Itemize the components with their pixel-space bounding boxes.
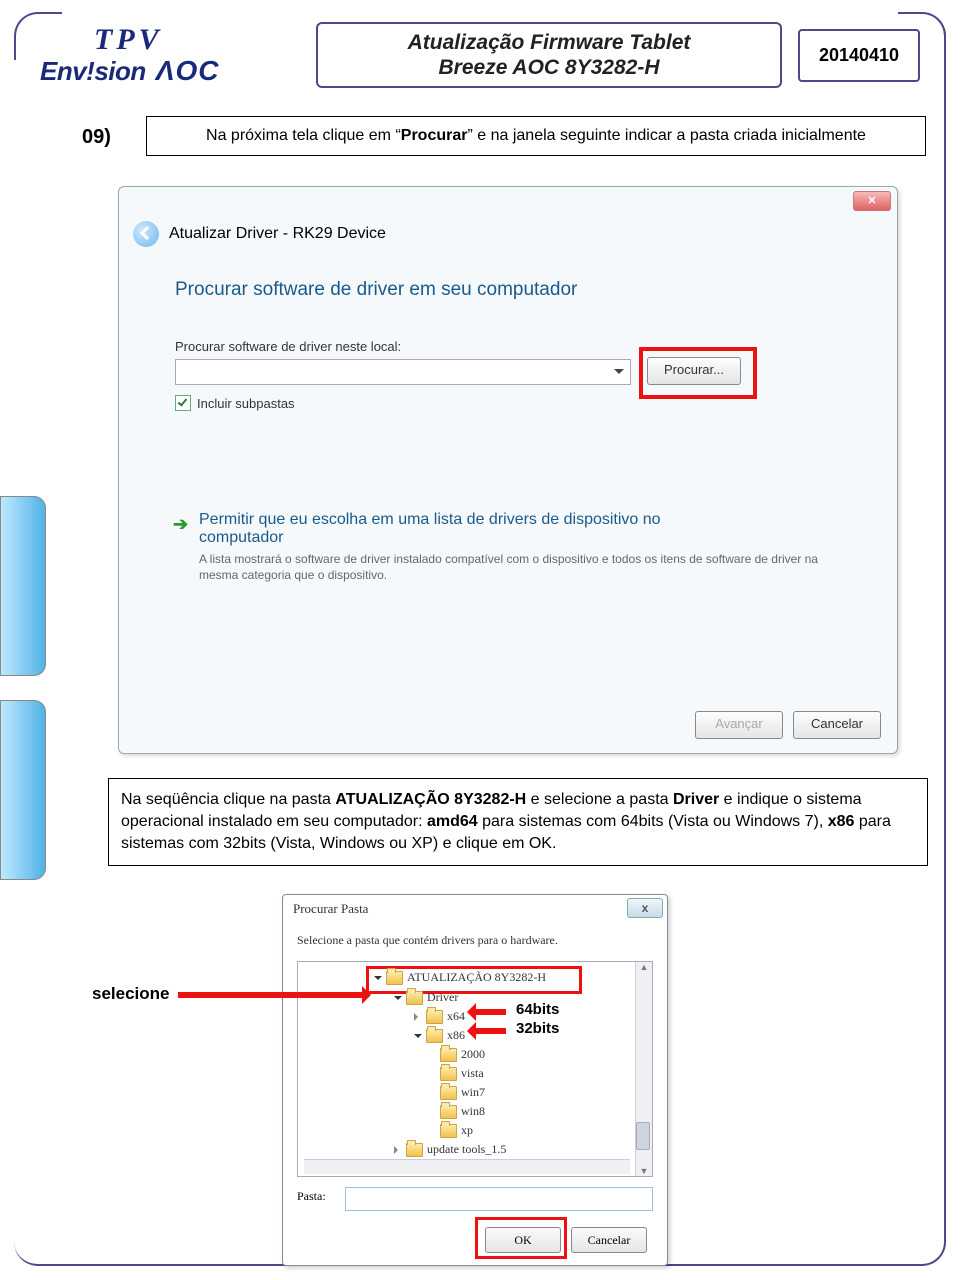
- tree-node[interactable]: 2000: [440, 1047, 485, 1062]
- tree-node[interactable]: vista: [440, 1066, 484, 1081]
- expand-icon: [374, 976, 382, 984]
- folder-icon: [386, 971, 403, 985]
- logo-envision: Env!sion: [40, 58, 146, 84]
- logo-tpv: TPV: [94, 25, 300, 55]
- close-button[interactable]: ✕: [853, 191, 891, 211]
- dialog-footer: Pasta: OK Cancelar: [297, 1187, 653, 1253]
- expand-icon: [414, 1013, 422, 1021]
- folder-icon: [426, 1010, 443, 1024]
- arrow-icon: [470, 1009, 506, 1015]
- logo-aoc: ΛOC: [156, 57, 220, 85]
- tree-node-driver[interactable]: Driver: [394, 990, 458, 1005]
- path-label: Procurar software de driver neste local:: [175, 339, 401, 354]
- cancel-button[interactable]: Cancelar: [793, 711, 881, 739]
- expand-icon: [414, 1034, 422, 1042]
- annotation-32bits: 32bits: [516, 1020, 559, 1037]
- folder-icon: [440, 1067, 457, 1081]
- side-tab: [0, 496, 46, 676]
- arrow-icon: [470, 1028, 506, 1034]
- h-scrollbar[interactable]: [304, 1159, 630, 1174]
- dialog-subtitle: Selecione a pasta que contém drivers par…: [297, 933, 558, 948]
- pasta-label: Pasta:: [297, 1189, 326, 1204]
- annotation-selecione: selecione: [92, 984, 170, 1004]
- highlight-rect: [475, 1217, 567, 1259]
- folder-icon: [406, 991, 423, 1005]
- pasta-input[interactable]: [345, 1187, 653, 1211]
- folder-icon: [440, 1105, 457, 1119]
- tree-node[interactable]: win7: [440, 1085, 485, 1100]
- folder-icon: [440, 1048, 457, 1062]
- browse-folder-dialog: Procurar Pasta x Selecione a pasta que c…: [282, 894, 668, 1266]
- pick-from-list-option[interactable]: ➔ Permitir que eu escolha em uma lista d…: [175, 511, 835, 583]
- highlight-rect: [639, 347, 757, 399]
- doc-date: 20140410: [798, 29, 920, 82]
- next-button[interactable]: Avançar: [695, 711, 783, 739]
- document-page: TPV Env!sion ΛOC Atualização Firmware Ta…: [0, 0, 960, 1280]
- doc-title-line1: Atualização Firmware Tablet: [408, 31, 691, 54]
- step-number: 09): [82, 126, 111, 149]
- page-header: TPV Env!sion ΛOC Atualização Firmware Ta…: [40, 16, 920, 94]
- close-button[interactable]: x: [627, 898, 663, 918]
- expand-icon: [394, 1146, 402, 1154]
- cancel-button[interactable]: Cancelar: [571, 1227, 647, 1253]
- driver-wizard-window: ✕ Atualizar Driver - RK29 Device Procura…: [118, 186, 898, 754]
- folder-icon: [440, 1086, 457, 1100]
- checkbox-label: Incluir subpastas: [197, 396, 295, 411]
- tree-node[interactable]: win8: [440, 1104, 485, 1119]
- include-subfolders-checkbox[interactable]: Incluir subpastas: [175, 395, 295, 411]
- step-instruction: Na próxima tela clique em “Procurar” e n…: [146, 116, 926, 156]
- doc-title: Atualização Firmware Tablet Breeze AOC 8…: [316, 22, 782, 88]
- arrow-icon: [178, 992, 368, 998]
- doc-title-line2: Breeze AOC 8Y3282-H: [439, 56, 660, 79]
- arrow-icon: ➔: [173, 514, 188, 535]
- wizard-header: Atualizar Driver - RK29 Device: [133, 221, 386, 247]
- side-tab: [0, 700, 46, 880]
- scrollbar-thumb[interactable]: [636, 1122, 650, 1150]
- wizard-heading: Procurar software de driver em seu compu…: [175, 279, 577, 301]
- folder-icon: [440, 1124, 457, 1138]
- instruction-block: Na seqüência clique na pasta ATUALIZAÇÃO…: [108, 778, 928, 866]
- option-description: A lista mostrará o software de driver in…: [199, 551, 835, 583]
- path-combobox[interactable]: [175, 359, 631, 385]
- brand-logos: TPV Env!sion ΛOC: [40, 23, 300, 87]
- checkbox-icon: [175, 395, 191, 411]
- tree-node-root[interactable]: ATUALIZAÇÃO 8Y3282-H: [374, 970, 546, 985]
- wizard-title: Atualizar Driver - RK29 Device: [169, 225, 386, 243]
- expand-icon: [394, 996, 402, 1004]
- annotation-64bits: 64bits: [516, 1001, 559, 1018]
- tree-node[interactable]: xp: [440, 1123, 473, 1138]
- folder-icon: [426, 1029, 443, 1043]
- tree-node[interactable]: update tools_1.5: [394, 1142, 506, 1157]
- back-icon[interactable]: [133, 221, 159, 247]
- folder-icon: [406, 1143, 423, 1157]
- dialog-title: Procurar Pasta: [293, 901, 368, 917]
